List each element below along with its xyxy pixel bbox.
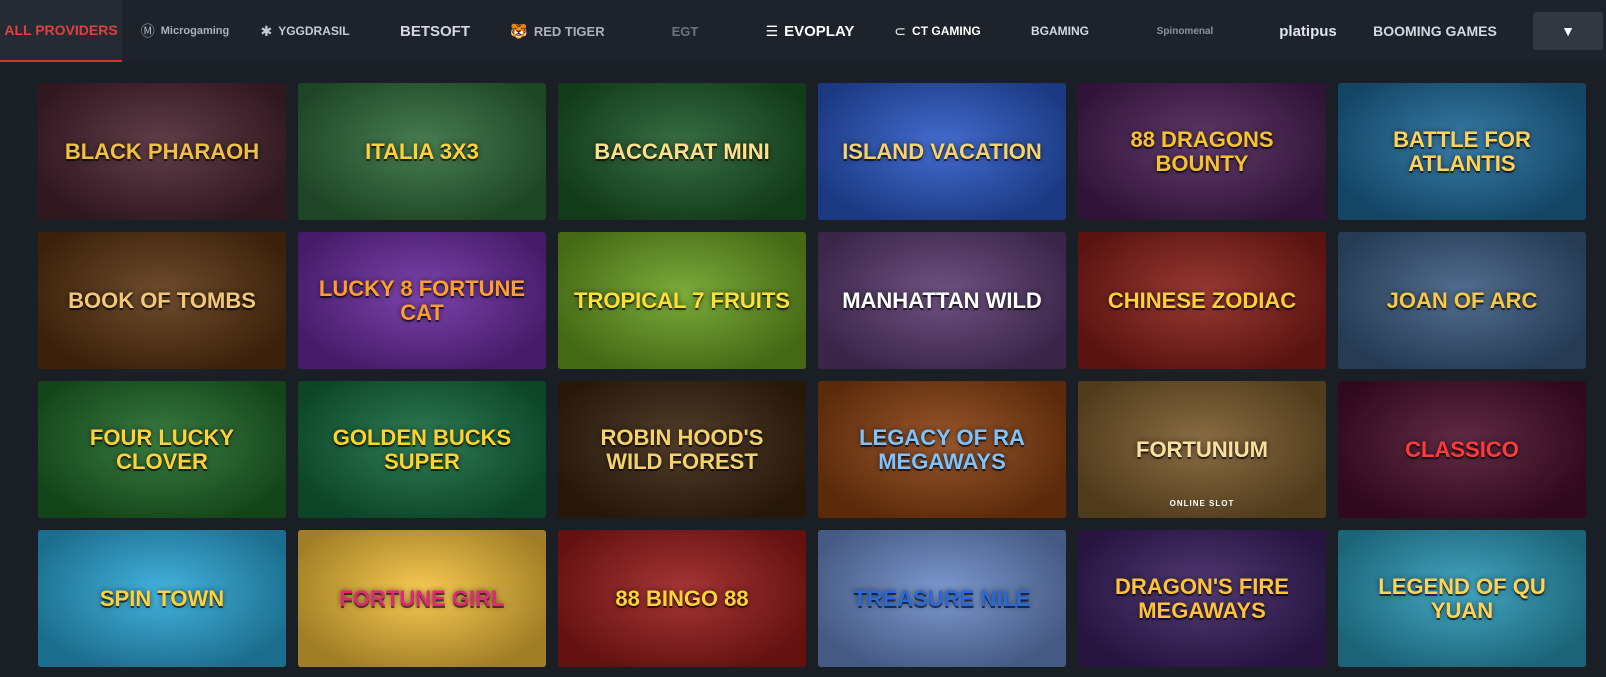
provider-label: Microgaming (160, 25, 230, 37)
game-title: Fortunium (1136, 436, 1268, 462)
provider-logo-icon: ✱ (260, 22, 273, 39)
game-tile[interactable]: 88 Dragons Bounty (1078, 83, 1326, 220)
provider-logo-icon: 🐯 (510, 22, 528, 39)
game-tile[interactable]: Legend of Qu Yuan (1338, 530, 1586, 667)
game-tile[interactable]: Legacy of Ra Megaways (818, 381, 1066, 518)
provider-tab[interactable]: BOOMING GAMES (1373, 0, 1497, 62)
game-title: Tropical 7 Fruits (574, 287, 790, 313)
provider-tab[interactable]: platipus (1268, 0, 1348, 62)
provider-label: ALL PROVIDERS (4, 22, 118, 38)
game-title: Book of Tombs (68, 287, 256, 313)
game-title: Joan of Arc (1386, 287, 1538, 313)
game-tile[interactable]: Robin Hood's Wild Forest (558, 381, 806, 518)
provider-label: Spinomenal (1156, 25, 1214, 37)
game-tile[interactable]: Fortune Girl (298, 530, 546, 667)
game-title: Lucky 8 Fortune Cat (318, 276, 526, 325)
game-title: Robin Hood's Wild Forest (600, 425, 764, 474)
provider-logo-icon: ☰ (765, 22, 779, 39)
game-tile[interactable]: Baccarat Mini (558, 83, 806, 220)
game-tile[interactable]: Island Vacation (818, 83, 1066, 220)
game-title: Baccarat Mini (594, 138, 770, 164)
game-title: Dragon's Fire Megaways (1115, 574, 1289, 623)
game-tile[interactable]: Golden Bucks Super (298, 381, 546, 518)
provider-label: BGAMING (1031, 24, 1089, 38)
game-title: Legacy of Ra Megaways (859, 425, 1025, 474)
game-tile[interactable]: Lucky 8 Fortune Cat (298, 232, 546, 369)
game-tile[interactable]: Classico (1338, 381, 1586, 518)
game-tile[interactable]: Spin Town (38, 530, 286, 667)
provider-bar: ALL PROVIDERS Ⓜ Microgaming ✱ YGGDRASIL BETSO… (0, 0, 1606, 62)
game-tile[interactable]: Treasure Nile (818, 530, 1066, 667)
provider-tab[interactable]: ☰ EVOPLAY (755, 0, 865, 62)
provider-label: platipus (1279, 22, 1337, 40)
game-title: Four Lucky Clover (89, 425, 235, 474)
provider-label: BOOMING GAMES (1373, 23, 1497, 39)
provider-tab[interactable]: Ⓜ Microgaming (140, 0, 230, 62)
provider-label: CT GAMING (912, 24, 981, 38)
provider-logo-icon: Ⓜ (140, 23, 155, 39)
games-grid: Black Pharaoh Italia 3x3 Baccarat Mini Isla… (38, 83, 1586, 667)
game-title: Legend of Qu Yuan (1378, 574, 1546, 623)
game-title: Black Pharaoh (64, 138, 260, 164)
provider-tab[interactable]: ALL PROVIDERS (0, 0, 122, 62)
game-subtitle: ONLINE SLOT (1169, 499, 1235, 508)
game-tile[interactable]: Manhattan Wild (818, 232, 1066, 369)
game-title: Chinese Zodiac (1107, 287, 1297, 313)
provider-label: RED TIGER (533, 23, 605, 39)
game-tile[interactable]: Fortunium ONLINE SLOT (1078, 381, 1326, 518)
game-title: Treasure Nile (853, 585, 1031, 611)
provider-tab[interactable]: BGAMING (1015, 0, 1105, 62)
game-title: Classico (1405, 436, 1519, 462)
game-title: 88 Bingo 88 (615, 585, 749, 611)
provider-tab[interactable]: BETSOFT (395, 0, 475, 62)
game-title: Golden Bucks Super (332, 425, 512, 474)
provider-tab[interactable]: 🐯 RED TIGER (510, 0, 605, 62)
game-title: Italia 3x3 (365, 138, 479, 164)
provider-label: EVOPLAY (784, 22, 855, 40)
provider-tab[interactable]: ⊂ CT GAMING (885, 0, 990, 62)
provider-label: YGGDRASIL (278, 24, 350, 38)
game-tile[interactable]: Black Pharaoh (38, 83, 286, 220)
game-title: Manhattan Wild (842, 287, 1042, 313)
game-tile[interactable]: Italia 3x3 (298, 83, 546, 220)
provider-tab[interactable]: Spinomenal (1140, 0, 1230, 62)
provider-tab[interactable]: ✱ YGGDRASIL (250, 0, 360, 62)
game-tile[interactable]: Chinese Zodiac (1078, 232, 1326, 369)
game-title: Battle for Atlantis (1393, 127, 1531, 176)
chevron-down-icon: ▼ (1561, 23, 1575, 39)
game-title: Fortune Girl (339, 585, 505, 611)
game-tile[interactable]: Four Lucky Clover (38, 381, 286, 518)
game-title: 88 Dragons Bounty (1130, 127, 1274, 176)
game-tile[interactable]: Battle for Atlantis (1338, 83, 1586, 220)
provider-label: EGT (671, 23, 699, 39)
provider-label: BETSOFT (400, 22, 470, 40)
game-tile[interactable]: 88 Bingo 88 (558, 530, 806, 667)
providers-dropdown-button[interactable]: ▼ (1533, 12, 1603, 50)
game-title: Island Vacation (842, 138, 1042, 164)
provider-logo-icon: ⊂ (894, 22, 907, 39)
game-tile[interactable]: Book of Tombs (38, 232, 286, 369)
game-tile[interactable]: Tropical 7 Fruits (558, 232, 806, 369)
game-tile[interactable]: Dragon's Fire Megaways (1078, 530, 1326, 667)
game-tile[interactable]: Joan of Arc (1338, 232, 1586, 369)
provider-tab[interactable]: EGT (650, 0, 720, 62)
game-title: Spin Town (99, 585, 225, 611)
